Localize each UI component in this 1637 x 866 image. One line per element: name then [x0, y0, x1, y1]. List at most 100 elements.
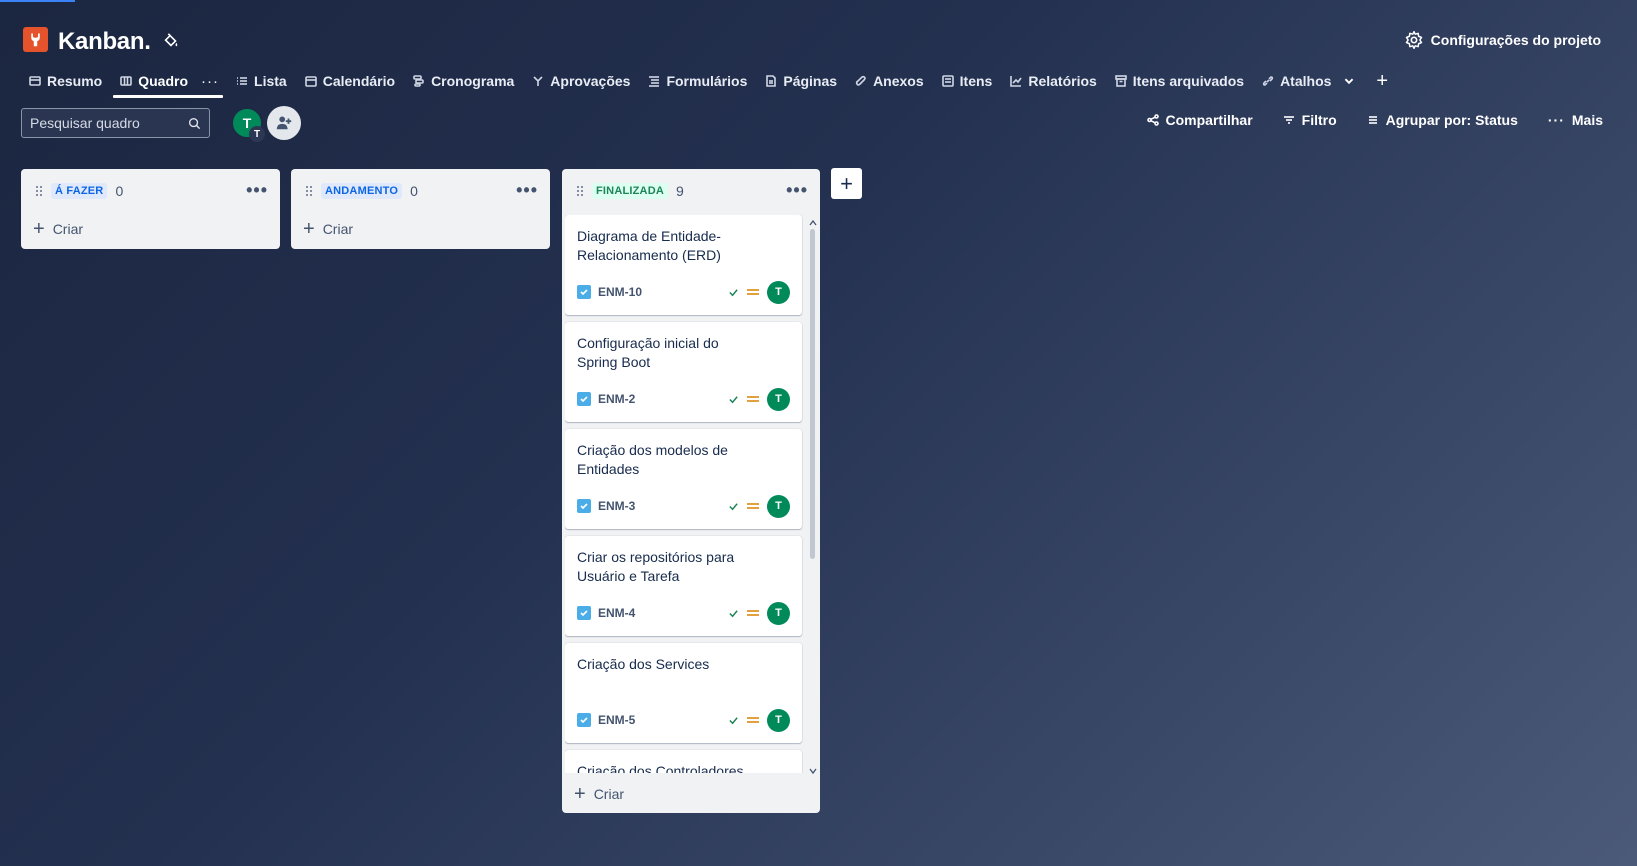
timeline-icon [413, 75, 424, 87]
tab-cronograma[interactable]: Cronograma [404, 66, 523, 96]
column-header[interactable]: ANDAMENTO 0 [291, 169, 550, 213]
tab-label: Cronograma [431, 73, 515, 89]
priority-medium-icon [747, 610, 759, 616]
assignee-avatar[interactable]: T [767, 387, 790, 411]
scroll-thumb[interactable] [810, 229, 815, 559]
issue-card[interactable]: Configuração inicial do Spring Boot ENM-… [565, 322, 802, 422]
scroll-down-icon[interactable] [809, 767, 817, 775]
add-person-icon [276, 116, 292, 130]
tab-relatorios[interactable]: Relatórios [1001, 66, 1105, 96]
tab-paginas[interactable]: Páginas [756, 66, 846, 96]
create-issue-button[interactable]: + Criar [33, 218, 84, 240]
issue-key[interactable]: ENM-3 [598, 499, 635, 513]
task-type-icon [577, 499, 591, 513]
assignee-avatar[interactable]: T [767, 708, 790, 732]
column-header[interactable]: FINALIZADA 9 [562, 169, 820, 213]
column-header[interactable]: Á FAZER 0 [21, 169, 280, 213]
paint-bucket-icon[interactable] [162, 32, 180, 50]
tab-resumo[interactable]: Resumo [20, 66, 111, 96]
task-type-icon [577, 713, 591, 727]
issue-card[interactable]: Criar os repositórios para Usuário e Tar… [565, 536, 802, 636]
tab-label: Formulários [666, 73, 748, 89]
tab-label: Aprovações [550, 73, 631, 89]
share-label: Compartilhar [1165, 112, 1253, 128]
tab-label: Resumo [47, 73, 103, 89]
assignee-avatar[interactable]: T [767, 601, 790, 625]
column-menu-icon[interactable]: ••• [246, 181, 268, 199]
filter-label: Filtro [1301, 112, 1337, 128]
tab-atalhos[interactable]: Atalhos [1253, 66, 1364, 96]
add-column-button[interactable]: + [831, 168, 862, 199]
done-check-icon [729, 609, 738, 617]
issue-key[interactable]: ENM-2 [598, 392, 635, 406]
user-avatar-badge: T [249, 126, 265, 142]
group-by-label: Agrupar por: Status [1385, 112, 1518, 128]
tab-formularios[interactable]: Formulários [639, 66, 756, 96]
add-tab-button[interactable]: + [1376, 70, 1388, 93]
drag-handle-icon[interactable] [576, 185, 584, 197]
issue-card[interactable]: Criação dos Controladores (Controllers) [565, 750, 802, 773]
assignee-avatar[interactable]: T [767, 280, 790, 304]
drag-handle-icon[interactable] [305, 185, 313, 197]
issue-card[interactable]: Criação dos Services ENM-5 T [565, 643, 802, 743]
tab-quadro[interactable]: Quadro [111, 66, 223, 98]
tab-anexos[interactable]: Anexos [846, 66, 933, 96]
assignee-avatar[interactable]: T [767, 494, 790, 518]
project-settings-button[interactable]: Configurações do projeto [1404, 30, 1601, 50]
tab-label: Atalhos [1280, 73, 1332, 89]
approvals-icon [533, 76, 543, 86]
tab-itens[interactable]: Itens [933, 66, 1002, 96]
tab-lista[interactable]: Lista [227, 66, 296, 96]
add-people-button[interactable] [267, 106, 301, 140]
share-button[interactable]: Compartilhar [1146, 112, 1253, 128]
column-count: 9 [676, 183, 684, 199]
done-check-icon [729, 502, 738, 510]
done-check-icon [729, 716, 738, 724]
tab-more-icon[interactable]: ··· [201, 73, 219, 90]
task-type-icon [577, 285, 591, 299]
project-tabs: Resumo Quadro ··· Lista Calendário Crono… [20, 66, 1388, 98]
project-header: Kanban. Configurações do projeto Resumo … [0, 0, 1637, 120]
forms-icon [649, 76, 660, 87]
column-menu-icon[interactable]: ••• [516, 181, 538, 199]
search-input[interactable] [30, 115, 180, 131]
issue-key[interactable]: ENM-5 [598, 713, 635, 727]
column-menu-icon[interactable]: ••• [786, 181, 808, 199]
plus-icon: + [303, 218, 315, 240]
create-issue-button[interactable]: + Criar [303, 218, 353, 240]
priority-medium-icon [747, 396, 759, 402]
wrench-icon [31, 33, 40, 47]
more-label: Mais [1571, 112, 1603, 128]
scroll-up-icon[interactable] [809, 219, 817, 227]
tab-label: Itens [959, 73, 993, 89]
column-todo: Á FAZER 0 ••• + Criar [21, 169, 280, 249]
tab-calendario[interactable]: Calendário [296, 66, 404, 96]
filter-button[interactable]: Filtro [1283, 112, 1337, 128]
tab-aprovacoes[interactable]: Aprovações [523, 66, 639, 96]
create-label: Criar [52, 221, 84, 237]
drag-handle-icon[interactable] [35, 185, 43, 197]
issue-card[interactable]: Criação dos modelos de Entidades ENM-3 T [565, 429, 802, 529]
more-button[interactable]: ··· Mais [1548, 112, 1603, 128]
card-footer: ENM-5 T [577, 708, 790, 732]
priority-medium-icon [747, 289, 759, 295]
card-footer: ENM-3 T [577, 494, 790, 518]
card-title: Criar os repositórios para Usuário e Tar… [577, 549, 735, 584]
issue-key[interactable]: ENM-10 [598, 285, 642, 299]
board-search[interactable] [21, 108, 210, 138]
done-check-icon [729, 288, 738, 296]
reports-icon [1010, 76, 1022, 87]
pages-icon [766, 75, 777, 87]
group-by-button[interactable]: Agrupar por: Status [1367, 112, 1518, 128]
tab-label: Quadro [138, 73, 189, 89]
plus-icon: + [33, 218, 45, 240]
tab-itens-arquivados[interactable]: Itens arquivados [1106, 66, 1253, 96]
create-issue-button[interactable]: + Criar [574, 783, 624, 805]
card-footer: ENM-2 T [577, 387, 790, 411]
column-scrollbar[interactable] [809, 219, 817, 775]
card-title: Diagrama de Entidade-Relacionamento (ERD… [577, 228, 721, 263]
issue-card[interactable]: Diagrama de Entidade-Relacionamento (ERD… [565, 215, 802, 315]
tab-label: Anexos [873, 73, 924, 89]
issue-key[interactable]: ENM-4 [598, 606, 635, 620]
plus-icon: + [574, 783, 586, 805]
